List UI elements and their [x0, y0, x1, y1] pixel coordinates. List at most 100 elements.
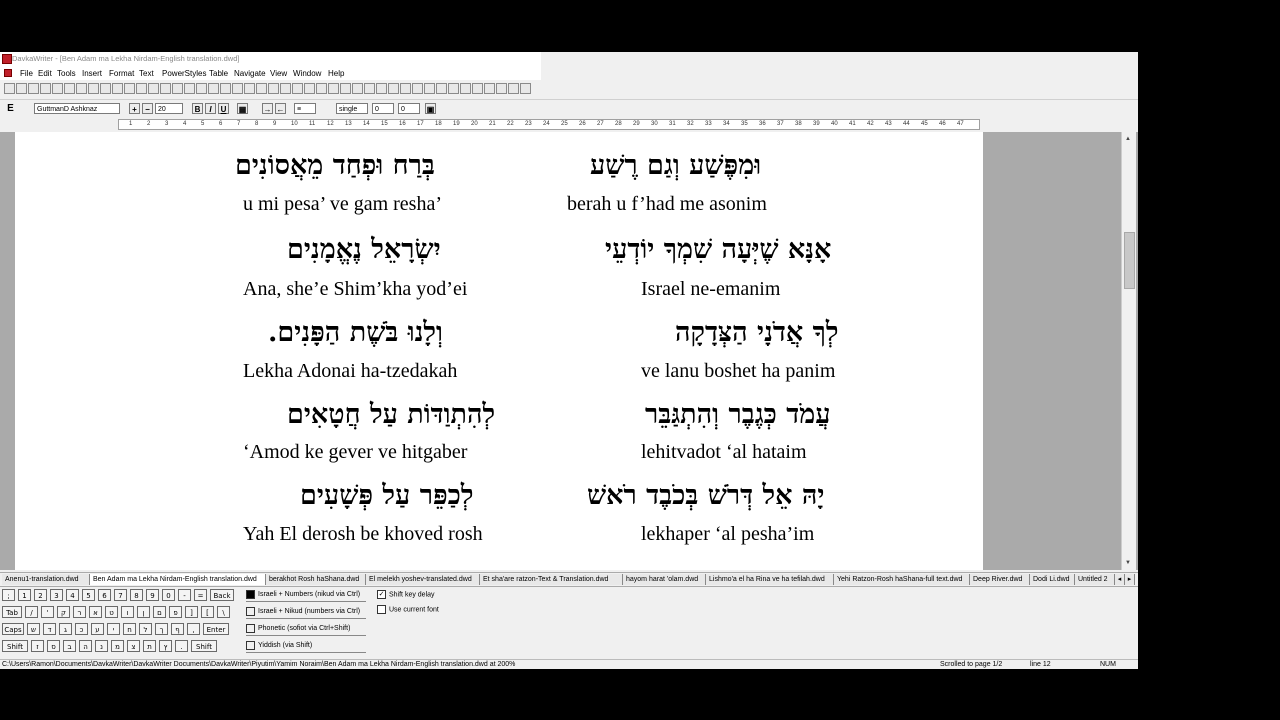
keyboard-key[interactable]: ק — [57, 606, 70, 618]
keyboard-key[interactable]: ט — [105, 606, 118, 618]
keyboard-key[interactable]: Enter — [203, 623, 229, 635]
keyboard-key[interactable]: ר — [73, 606, 86, 618]
menu-help[interactable]: Help — [328, 69, 344, 78]
keyboard-key[interactable]: 8 — [130, 589, 143, 601]
menu-navigate[interactable]: Navigate — [234, 69, 266, 78]
scroll-down-icon[interactable]: ▼ — [1122, 558, 1134, 568]
keyboard-key[interactable]: פ — [169, 606, 182, 618]
tab-document[interactable]: El melekh yoshev-translated.dwd — [366, 574, 480, 585]
increase-size-button[interactable]: + — [129, 103, 140, 114]
toolbar-button[interactable] — [484, 83, 495, 94]
bold-button[interactable]: B — [192, 103, 203, 114]
document-page[interactable]: וּמִפֶּשַׁע וְגַם רֶשַׁע בְּרַח וּפְחַד … — [15, 132, 983, 570]
keyboard-key[interactable]: 5 — [82, 589, 95, 601]
toolbar-button[interactable] — [136, 83, 147, 94]
toolbar-button[interactable] — [232, 83, 243, 94]
keyboard-key[interactable]: צ — [127, 640, 140, 652]
toolbar-button[interactable] — [340, 83, 351, 94]
spacing-select[interactable]: single — [336, 103, 368, 114]
keyboard-key[interactable]: 0 — [162, 589, 175, 601]
italic-button[interactable]: I — [205, 103, 216, 114]
toolbar-button[interactable] — [364, 83, 375, 94]
mode-israeli-numbers[interactable]: Israeli + Numbers (nikud via Ctrl) — [246, 589, 366, 602]
vertical-scrollbar[interactable]: ▲ ▼ — [1121, 132, 1136, 570]
menu-table[interactable]: Table — [209, 69, 228, 78]
keyboard-key[interactable]: כ — [75, 623, 88, 635]
toolbar-button[interactable] — [40, 83, 51, 94]
tab-document[interactable]: Untitled 2 — [1075, 574, 1115, 585]
keyboard-key[interactable]: 9 — [146, 589, 159, 601]
keyboard-key[interactable]: 3 — [50, 589, 63, 601]
keyboard-key[interactable]: Shift — [2, 640, 28, 652]
menu-powerstyles[interactable]: PowerStyles — [162, 69, 206, 78]
decrease-size-button[interactable]: − — [142, 103, 153, 114]
keyboard-key[interactable]: - — [178, 589, 191, 601]
toolbar-button[interactable] — [436, 83, 447, 94]
keyboard-key[interactable]: . — [175, 640, 188, 652]
keyboard-key[interactable]: ת — [143, 640, 156, 652]
toolbar-button[interactable] — [16, 83, 27, 94]
char-format-icon[interactable]: ▦ — [237, 103, 248, 114]
menu-edit[interactable]: Edit — [38, 69, 52, 78]
toolbar-button[interactable] — [424, 83, 435, 94]
ltr-arrow-icon[interactable]: → — [262, 103, 273, 114]
toolbar-button[interactable] — [184, 83, 195, 94]
tab-document[interactable]: Yehi Ratzon-Rosh haShana-full text.dwd — [834, 574, 970, 585]
mode-phonetic[interactable]: Phonetic (sofiot via Ctrl+Shift) — [246, 623, 366, 636]
toolbar-button[interactable] — [208, 83, 219, 94]
rtl-arrow-icon[interactable]: ← — [275, 103, 286, 114]
keyboard-key[interactable]: ג — [59, 623, 72, 635]
bold-style-icon[interactable]: E — [5, 103, 16, 114]
keyboard-key[interactable]: ז — [31, 640, 44, 652]
keyboard-key[interactable]: ף — [171, 623, 184, 635]
toolbar-button[interactable] — [292, 83, 303, 94]
keyboard-key[interactable]: ב — [63, 640, 76, 652]
keyboard-key[interactable]: Back — [210, 589, 234, 601]
menu-format[interactable]: Format — [109, 69, 134, 78]
toolbar-button[interactable] — [328, 83, 339, 94]
toolbar-button[interactable] — [412, 83, 423, 94]
keyboard-key[interactable]: ל — [139, 623, 152, 635]
toolbar-button[interactable] — [244, 83, 255, 94]
underline-button[interactable]: U — [218, 103, 229, 114]
doc-icon[interactable] — [4, 69, 12, 77]
keyboard-key[interactable]: \ — [217, 606, 230, 618]
paragraph-icon[interactable]: ▣ — [425, 103, 436, 114]
keyboard-key[interactable]: ח — [123, 623, 136, 635]
font-select[interactable]: GuttmanD Ashknaz — [34, 103, 120, 114]
tab-document[interactable]: berakhot Rosh haShana.dwd — [266, 574, 366, 585]
toolbar-button[interactable] — [124, 83, 135, 94]
menu-insert[interactable]: Insert — [82, 69, 102, 78]
keyboard-key[interactable]: ע — [91, 623, 104, 635]
toolbar-button[interactable] — [316, 83, 327, 94]
keyboard-key[interactable]: = — [194, 589, 207, 601]
tab-document-active[interactable]: Ben Adam ma Lekha Nirdam-English transla… — [90, 574, 266, 585]
keyboard-key[interactable]: א — [89, 606, 102, 618]
keyboard-key[interactable]: , — [187, 623, 200, 635]
tab-document[interactable]: Lishmo'a el ha Rina ve ha tefilah.dwd — [706, 574, 834, 585]
keyboard-key[interactable]: 2 — [34, 589, 47, 601]
menu-window[interactable]: Window — [293, 69, 321, 78]
toolbar-button[interactable] — [64, 83, 75, 94]
menu-file[interactable]: File — [20, 69, 33, 78]
spacing-input[interactable]: 0 — [398, 103, 420, 114]
toolbar-button[interactable] — [400, 83, 411, 94]
keyboard-key[interactable]: נ — [95, 640, 108, 652]
tabs-left-icon[interactable]: ◂ — [1115, 574, 1125, 585]
keyboard-key[interactable]: ש — [27, 623, 40, 635]
tab-document[interactable]: Anenu1-translation.dwd — [2, 574, 90, 585]
toolbar-button[interactable] — [388, 83, 399, 94]
toolbar-button[interactable] — [76, 83, 87, 94]
toolbar-button[interactable] — [376, 83, 387, 94]
toolbar-button[interactable] — [196, 83, 207, 94]
keyboard-key[interactable]: 6 — [98, 589, 111, 601]
toolbar-button[interactable] — [460, 83, 471, 94]
shift-key-delay-checkbox[interactable]: ✓ Shift key delay — [377, 590, 435, 599]
toolbar-button[interactable] — [268, 83, 279, 94]
scrollbar-thumb[interactable] — [1124, 232, 1135, 289]
keyboard-key[interactable]: / — [25, 606, 38, 618]
keyboard-key[interactable]: Tab — [2, 606, 22, 618]
toolbar-button[interactable] — [496, 83, 507, 94]
tab-document[interactable]: Deep River.dwd — [970, 574, 1030, 585]
keyboard-key[interactable]: ו — [121, 606, 134, 618]
